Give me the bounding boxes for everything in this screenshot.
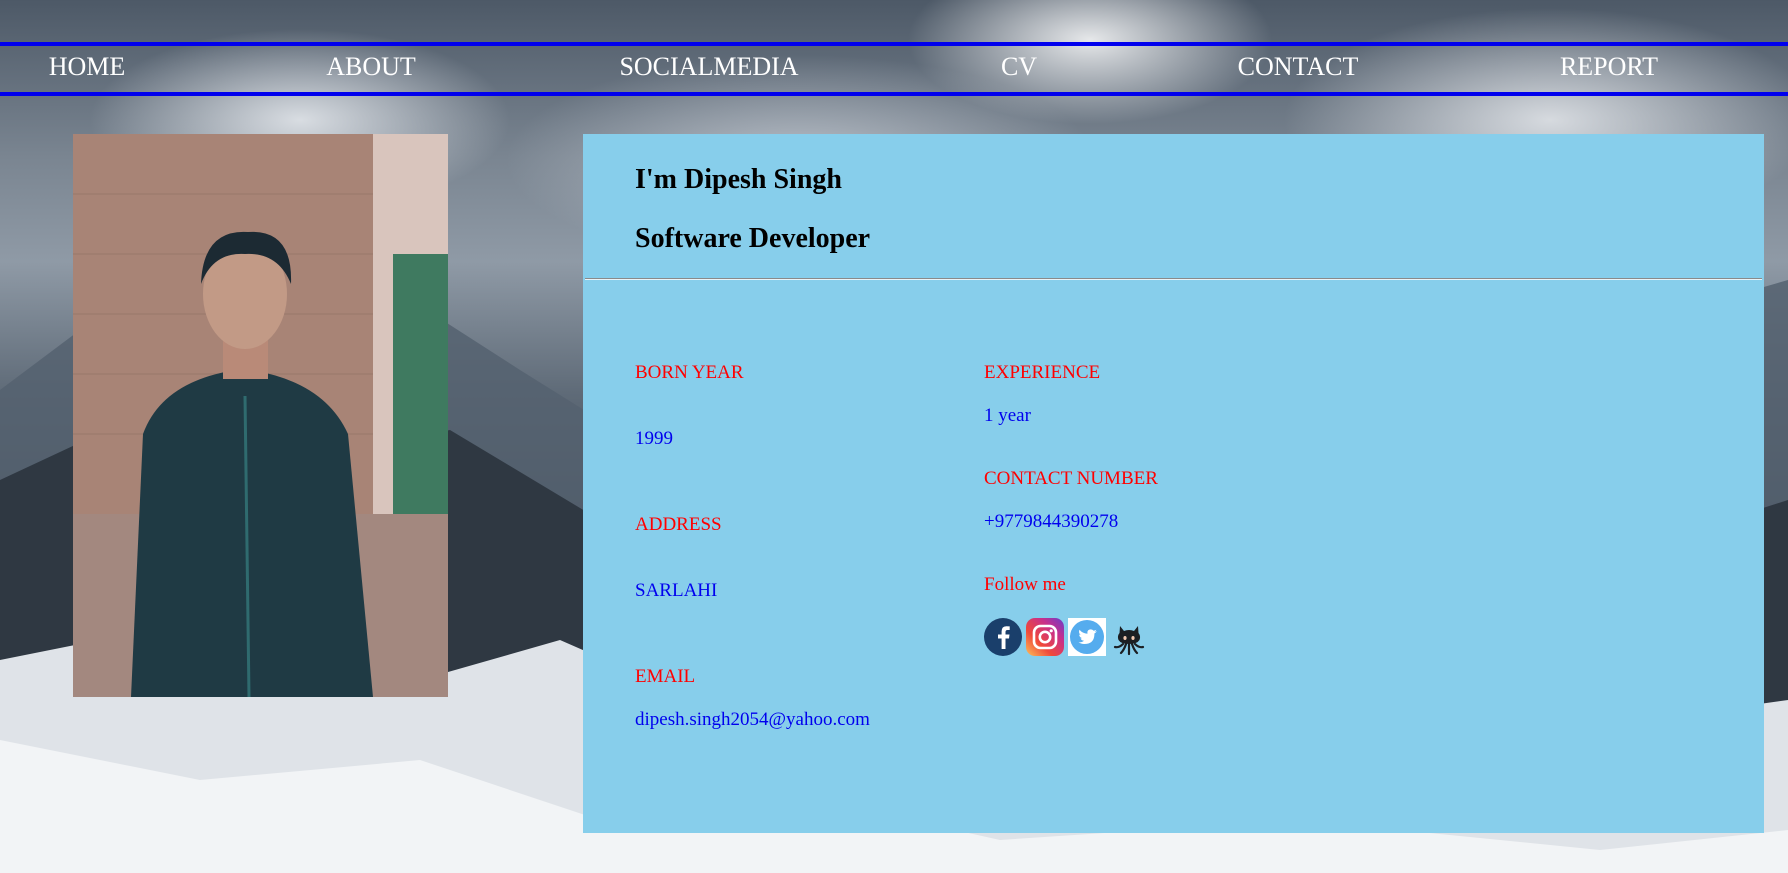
nav-cv-link[interactable]: CV (1001, 52, 1037, 82)
twitter-icon[interactable] (1068, 618, 1106, 656)
section-divider (585, 278, 1762, 280)
nav-about-link[interactable]: ABOUT (326, 52, 416, 82)
email-label: EMAIL (635, 666, 696, 687)
address-value: SARLAHI (635, 580, 718, 601)
nav-report-link[interactable]: REPORT (1560, 52, 1658, 82)
profile-photo (73, 134, 448, 697)
contact-number-value: +9779844390278 (984, 511, 1119, 532)
nav-socialmedia-link[interactable]: SOCIALMEDIA (619, 52, 798, 82)
email-value: dipesh.singh2054@yahoo.com (635, 709, 870, 730)
facebook-icon[interactable] (984, 618, 1022, 656)
born-year-value: 1999 (635, 428, 673, 449)
instagram-icon[interactable] (1026, 618, 1064, 656)
profile-card: I'm Dipesh Singh Software Developer BORN… (583, 134, 1764, 833)
main-navigation: HOME ABOUT SOCIALMEDIA CV CONTACT REPORT (0, 42, 1788, 96)
github-icon[interactable] (1110, 618, 1148, 656)
born-year-label: BORN YEAR (635, 362, 744, 383)
nav-home-link[interactable]: HOME (49, 52, 126, 82)
experience-value: 1 year (984, 405, 1031, 426)
address-label: ADDRESS (635, 514, 722, 535)
follow-me-label: Follow me (984, 574, 1066, 595)
profile-role-heading: Software Developer (635, 223, 871, 254)
nav-contact-link[interactable]: CONTACT (1238, 52, 1359, 82)
profile-intro-heading: I'm Dipesh Singh (635, 164, 842, 195)
experience-label: EXPERIENCE (984, 362, 1101, 383)
contact-number-label: CONTACT NUMBER (984, 468, 1158, 489)
